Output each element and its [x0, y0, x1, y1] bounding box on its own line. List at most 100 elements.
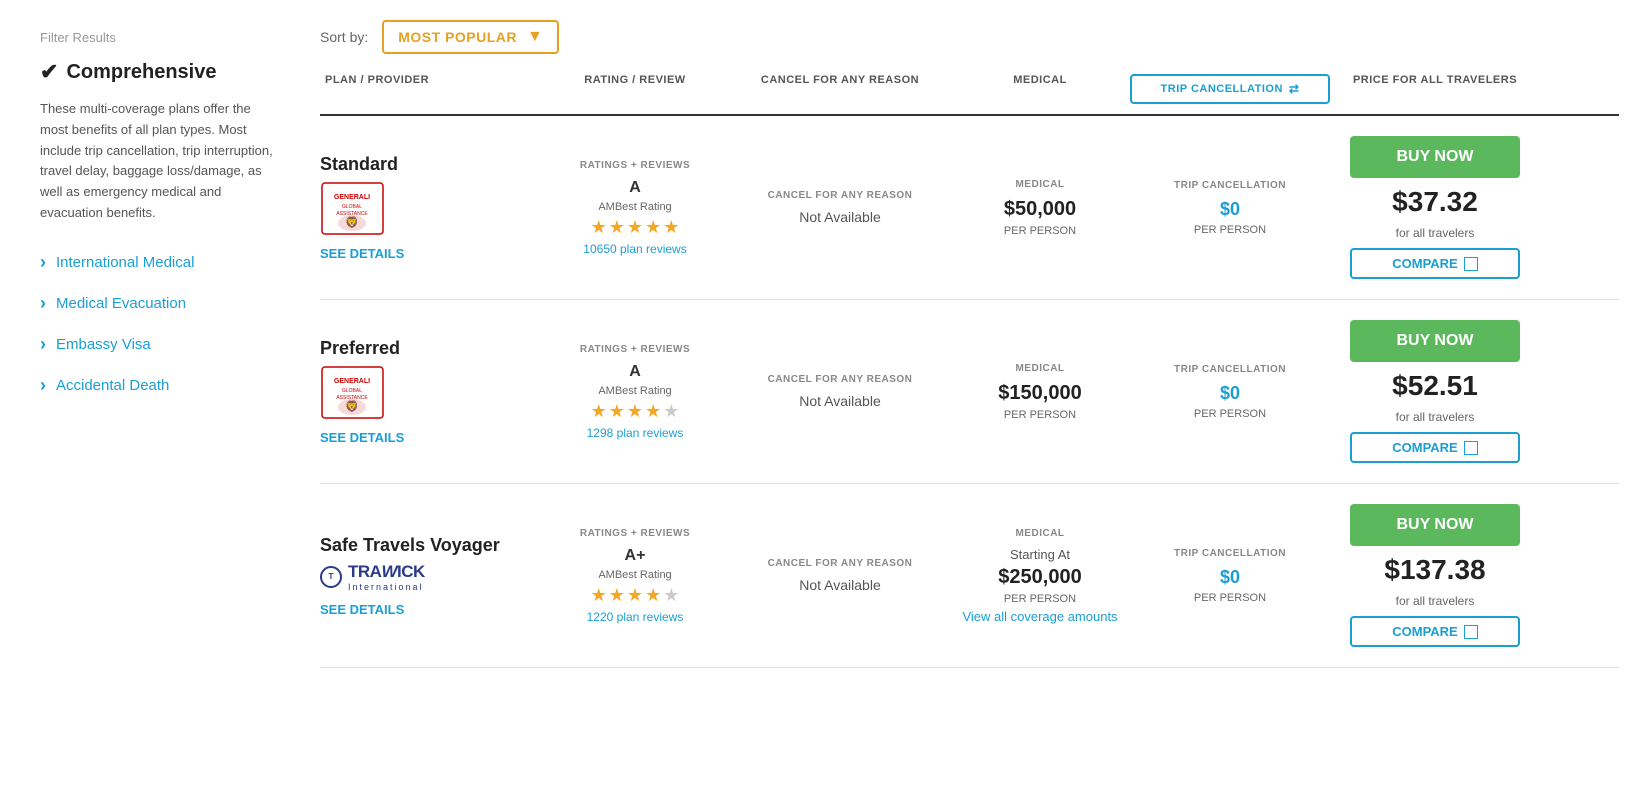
medical-starting: Starting At	[1010, 547, 1070, 562]
price-col-preferred: BUY NOW $52.51 for all travelers COMPARE	[1330, 320, 1540, 463]
star-4: ★	[645, 217, 661, 238]
sort-dropdown[interactable]: MOST POPULAR ▼	[382, 20, 559, 54]
star-4: ★	[645, 585, 661, 606]
star-5: ★	[663, 401, 679, 422]
cancel-col-voyager: CANCEL FOR ANY REASON Not Available	[730, 558, 950, 593]
sidebar-item-medical-evacuation[interactable]: › Medical Evacuation	[40, 293, 280, 314]
th-price: PRICE FOR ALL TRAVELERS	[1330, 74, 1540, 104]
price-amount: $37.32	[1392, 186, 1478, 218]
medical-col-preferred: MEDICAL $150,000 PER PERSON	[950, 363, 1130, 421]
reviews-link[interactable]: 10650 plan reviews	[583, 242, 686, 256]
sort-trip-icon: ⇄	[1289, 82, 1300, 96]
trawick-name: TRAWICK	[348, 562, 425, 582]
ambest-label: AMBest Rating	[598, 385, 671, 397]
trip-amount: $0	[1220, 199, 1240, 220]
compare-label: COMPARE	[1392, 256, 1457, 271]
svg-text:🦁: 🦁	[345, 400, 359, 413]
comprehensive-header: ✔ Comprehensive	[40, 59, 280, 85]
trip-header: TRIP CANCELLATION	[1174, 364, 1286, 375]
chevron-right-icon: ›	[40, 252, 46, 273]
compare-button-standard[interactable]: COMPARE	[1350, 248, 1520, 279]
buy-now-button-voyager[interactable]: BUY NOW	[1350, 504, 1520, 546]
cancel-col-standard: CANCEL FOR ANY REASON Not Available	[730, 190, 950, 225]
star-5: ★	[663, 585, 679, 606]
rating-header: RATINGS + REVIEWS	[580, 344, 690, 355]
main-content: Sort by: MOST POPULAR ▼ PLAN / PROVIDER …	[310, 0, 1639, 800]
trawick-sub: International	[348, 582, 425, 592]
medical-per-person: PER PERSON	[1004, 409, 1076, 421]
star-3: ★	[627, 585, 643, 606]
for-all-travelers: for all travelers	[1396, 226, 1475, 240]
reviews-link[interactable]: 1298 plan reviews	[587, 426, 684, 440]
medical-col-standard: MEDICAL $50,000 PER PERSON	[950, 179, 1130, 237]
reviews-link[interactable]: 1220 plan reviews	[587, 610, 684, 624]
th-plan: PLAN / PROVIDER	[320, 74, 540, 104]
sidebar-nav: › International Medical › Medical Evacua…	[40, 252, 280, 396]
generali-logo-svg: GENERALI GLOBAL ASSISTANCE 🦁	[320, 181, 385, 236]
compare-checkbox	[1464, 625, 1478, 639]
star-1: ★	[591, 401, 607, 422]
trip-col-standard: TRIP CANCELLATION $0 PER PERSON	[1130, 180, 1330, 236]
trip-per-person: PER PERSON	[1194, 224, 1266, 236]
star-3: ★	[627, 401, 643, 422]
sidebar: Filter Results ✔ Comprehensive These mul…	[0, 0, 310, 800]
compare-label: COMPARE	[1392, 440, 1457, 455]
compare-button-voyager[interactable]: COMPARE	[1350, 616, 1520, 647]
plan-info-preferred: Preferred GENERALI GLOBAL ASSISTANCE 🦁 S…	[320, 338, 540, 445]
cancel-header: CANCEL FOR ANY REASON	[768, 558, 913, 569]
star-rating: ★ ★ ★ ★ ★	[591, 401, 680, 422]
medical-header: MEDICAL	[1015, 528, 1064, 539]
star-3: ★	[627, 217, 643, 238]
sort-value: MOST POPULAR	[398, 29, 517, 45]
buy-now-button-standard[interactable]: BUY NOW	[1350, 136, 1520, 178]
medical-header: MEDICAL	[1015, 363, 1064, 374]
th-trip-cancellation[interactable]: TRIP CANCELLATION ⇄	[1130, 74, 1330, 104]
svg-text:GENERALI: GENERALI	[334, 378, 370, 385]
sort-label: Sort by:	[320, 29, 368, 45]
price-col-voyager: BUY NOW $137.38 for all travelers COMPAR…	[1330, 504, 1540, 647]
cancel-header: CANCEL FOR ANY REASON	[768, 190, 913, 201]
chevron-right-icon: ›	[40, 375, 46, 396]
plan-name: Safe Travels Voyager	[320, 535, 500, 556]
sidebar-item-international-medical[interactable]: › International Medical	[40, 252, 280, 273]
price-col-standard: BUY NOW $37.32 for all travelers COMPARE	[1330, 136, 1540, 279]
trip-amount: $0	[1220, 567, 1240, 588]
th-rating: RATING / REVIEW	[540, 74, 730, 104]
view-coverage-link[interactable]: View all coverage amounts	[962, 609, 1117, 624]
trip-header: TRIP CANCELLATION	[1174, 548, 1286, 559]
rating-col-preferred: RATINGS + REVIEWS A AMBest Rating ★ ★ ★ …	[540, 344, 730, 440]
cancel-header: CANCEL FOR ANY REASON	[768, 374, 913, 385]
see-details-standard[interactable]: SEE DETAILS	[320, 246, 404, 261]
cancel-value: Not Available	[799, 209, 880, 225]
buy-now-button-preferred[interactable]: BUY NOW	[1350, 320, 1520, 362]
ambest-label: AMBest Rating	[598, 569, 671, 581]
provider-logo-generali2: GENERALI GLOBAL ASSISTANCE 🦁	[320, 365, 385, 420]
ambest-rating: A	[629, 363, 641, 381]
see-details-voyager[interactable]: SEE DETAILS	[320, 602, 404, 617]
table-row: Preferred GENERALI GLOBAL ASSISTANCE 🦁 S…	[320, 300, 1619, 484]
rating-col-standard: RATINGS + REVIEWS A AMBest Rating ★ ★ ★ …	[540, 160, 730, 256]
compare-button-preferred[interactable]: COMPARE	[1350, 432, 1520, 463]
compare-checkbox	[1464, 257, 1478, 271]
sort-arrow-icon: ▼	[527, 28, 543, 46]
plan-name: Preferred	[320, 338, 400, 359]
medical-amount: $250,000	[998, 566, 1081, 589]
rating-header: RATINGS + REVIEWS	[580, 528, 690, 539]
sidebar-item-embassy-visa[interactable]: › Embassy Visa	[40, 334, 280, 355]
compare-checkbox	[1464, 441, 1478, 455]
table-row: Standard GENERALI GLOBAL ASSISTANCE 🦁 SE…	[320, 116, 1619, 300]
trip-per-person: PER PERSON	[1194, 408, 1266, 420]
star-5: ★	[663, 217, 679, 238]
sort-bar: Sort by: MOST POPULAR ▼	[320, 20, 1619, 54]
compare-label: COMPARE	[1392, 624, 1457, 639]
star-4: ★	[645, 401, 661, 422]
generali-logo-svg-2: GENERALI GLOBAL ASSISTANCE 🦁	[320, 365, 385, 420]
comprehensive-label: Comprehensive	[66, 61, 216, 84]
sidebar-item-accidental-death[interactable]: › Accidental Death	[40, 375, 280, 396]
cancel-col-preferred: CANCEL FOR ANY REASON Not Available	[730, 374, 950, 409]
th-trip-cancellation-label: TRIP CANCELLATION	[1161, 83, 1283, 95]
svg-text:GLOBAL: GLOBAL	[342, 204, 362, 210]
see-details-preferred[interactable]: SEE DETAILS	[320, 430, 404, 445]
price-amount: $137.38	[1384, 554, 1485, 586]
star-1: ★	[591, 585, 607, 606]
